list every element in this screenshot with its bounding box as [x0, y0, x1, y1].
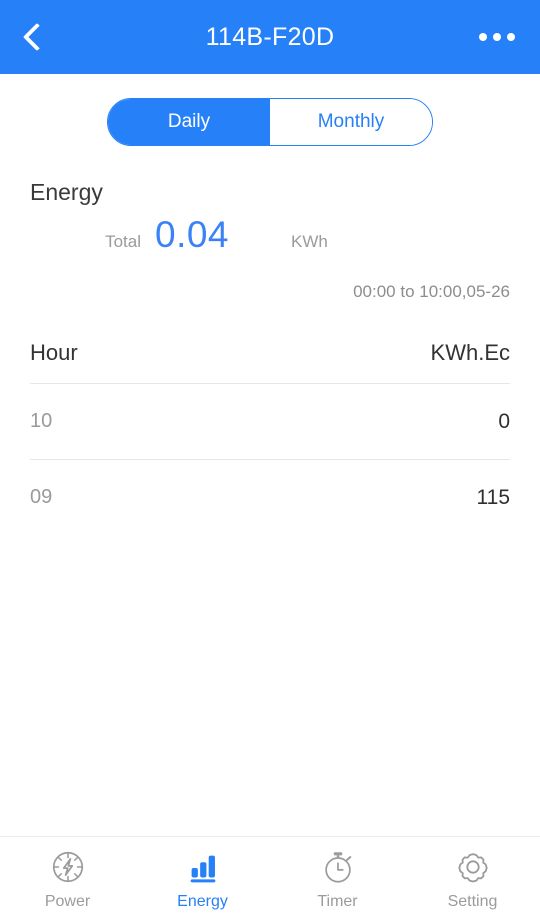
row-value: 115 — [476, 485, 510, 509]
more-options-icon — [479, 33, 487, 41]
energy-section-title: Energy — [30, 179, 103, 205]
back-button[interactable] — [14, 14, 60, 60]
app-root: 114B-F20D Daily Monthly Energy Total 0.0… — [0, 0, 540, 921]
page-title: 114B-F20D — [205, 22, 335, 51]
energy-total-row: Total 0.04 KWh — [30, 214, 510, 256]
power-gauge-icon — [52, 851, 83, 882]
tab-label-energy: Energy — [177, 892, 228, 910]
tab-label-timer: Timer — [317, 892, 358, 910]
tab-monthly[interactable]: Monthly — [270, 99, 432, 145]
total-value: 0.04 — [155, 214, 230, 255]
more-options-icon-dot3 — [507, 33, 515, 41]
bottom-navigation: Power Energy Timer Setting — [0, 836, 540, 921]
period-segmented-control: Daily Monthly — [107, 98, 433, 146]
table-row[interactable]: 09 115 — [30, 460, 510, 535]
tab-power[interactable]: Power — [0, 837, 135, 921]
tab-timer[interactable]: Timer — [270, 837, 405, 921]
stopwatch-icon — [324, 851, 351, 883]
tab-label-setting: Setting — [447, 892, 498, 910]
bar-chart-icon — [190, 855, 215, 882]
period-toggle-wrap: Daily Monthly — [0, 74, 540, 146]
time-range-label: 00:00 to 10:00,05-26 — [353, 282, 510, 301]
tab-daily[interactable]: Daily — [108, 99, 270, 145]
more-options-icon-dot2 — [493, 33, 501, 41]
main-content: Energy Total 0.04 KWh 00:00 to 10:00,05-… — [0, 146, 540, 836]
tab-setting[interactable]: Setting — [405, 837, 540, 921]
row-value: 0 — [498, 409, 510, 433]
more-options-button[interactable] — [474, 14, 520, 60]
tab-energy[interactable]: Energy — [135, 837, 270, 921]
total-label: Total — [105, 232, 141, 251]
table-header-row: Hour KWh.Ec — [30, 323, 510, 383]
row-hour: 10 — [30, 410, 53, 432]
column-header-kwh: KWh.Ec — [430, 340, 510, 365]
chevron-left-icon — [22, 22, 52, 52]
gear-icon — [457, 852, 488, 882]
app-header: 114B-F20D — [0, 0, 540, 74]
total-unit: KWh — [291, 232, 328, 251]
table-row[interactable]: 10 0 — [30, 384, 510, 459]
column-header-hour: Hour — [30, 340, 78, 365]
tab-label-power: Power — [44, 892, 91, 910]
row-hour: 09 — [30, 486, 53, 508]
